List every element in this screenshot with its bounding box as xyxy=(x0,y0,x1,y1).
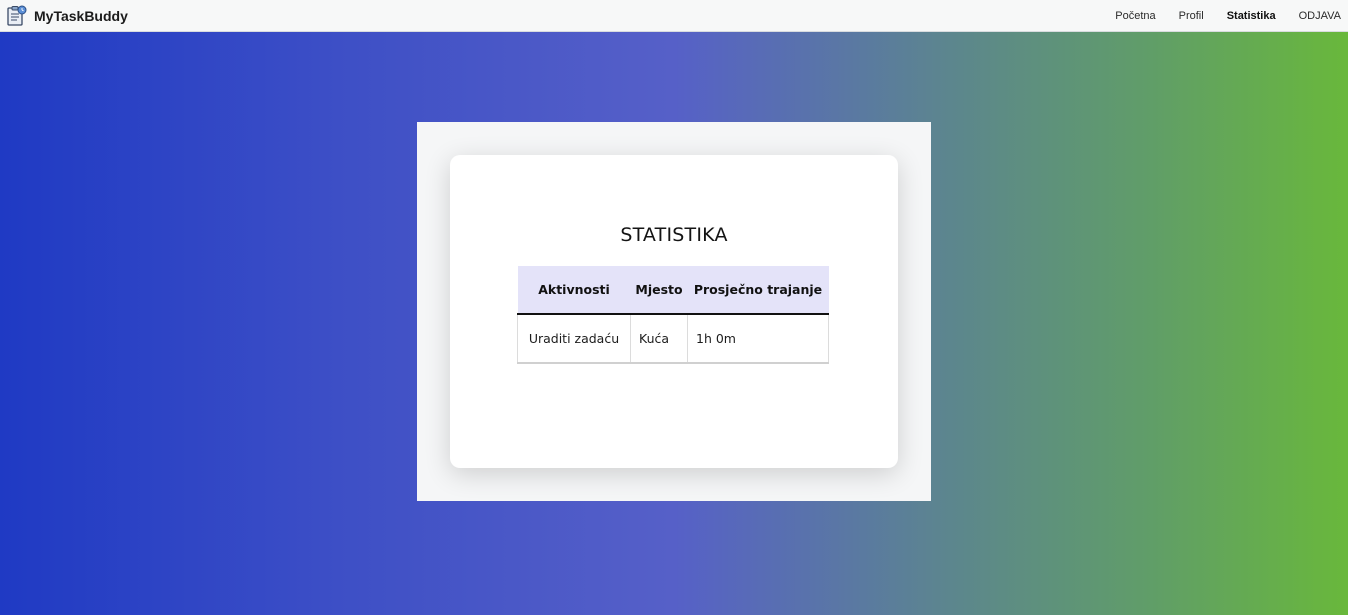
cell-place: Kuća xyxy=(630,313,688,364)
brand-link[interactable]: MyTaskBuddy xyxy=(6,5,128,27)
top-navbar: MyTaskBuddy Početna Profil Statistika OD… xyxy=(0,0,1348,32)
column-header-prosjecno-trajanje: Prosječno trajanje xyxy=(687,266,829,315)
nav-link-pocetna[interactable]: Početna xyxy=(1115,10,1155,22)
page-title: STATISTIKA xyxy=(620,224,728,246)
statistics-card: STATISTIKA Aktivnosti Mjesto Prosječno t… xyxy=(450,155,898,468)
column-header-aktivnosti: Aktivnosti xyxy=(517,266,631,315)
column-header-mjesto: Mjesto xyxy=(630,266,688,315)
nav-link-odjava[interactable]: ODJAVA xyxy=(1299,10,1341,22)
cell-activity: Uraditi zadaću xyxy=(517,313,631,364)
statistics-table: Aktivnosti Mjesto Prosječno trajanje Ura… xyxy=(517,266,829,364)
cell-average-duration: 1h 0m xyxy=(687,313,829,364)
nav-links: Početna Profil Statistika ODJAVA xyxy=(1092,0,1341,32)
statistics-panel: STATISTIKA Aktivnosti Mjesto Prosječno t… xyxy=(417,122,931,501)
task-clipboard-icon xyxy=(6,5,27,27)
nav-link-profil[interactable]: Profil xyxy=(1179,10,1204,22)
table-header-row: Aktivnosti Mjesto Prosječno trajanje xyxy=(517,266,829,315)
table-row: Uraditi zadaću Kuća 1h 0m xyxy=(517,313,829,364)
brand-title: MyTaskBuddy xyxy=(34,8,128,24)
nav-link-statistika[interactable]: Statistika xyxy=(1227,10,1276,22)
